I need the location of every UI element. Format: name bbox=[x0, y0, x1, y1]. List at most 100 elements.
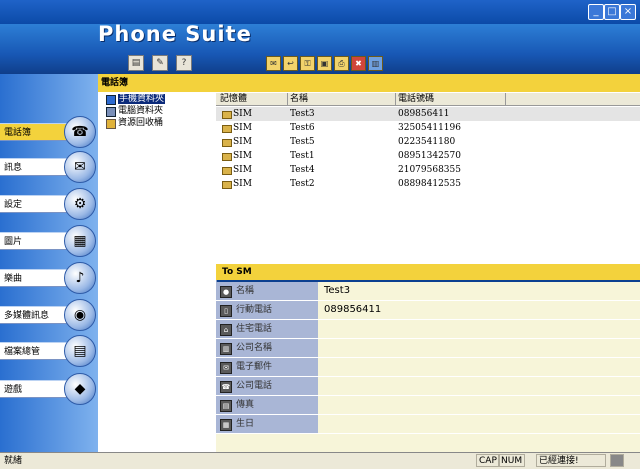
picture-icon[interactable]: ▦ bbox=[64, 225, 96, 257]
cell-memory: SIM bbox=[233, 109, 252, 119]
cell-phone: 08951342570 bbox=[398, 151, 461, 161]
file-manager-icon[interactable]: ▤ bbox=[64, 335, 96, 367]
calendar-icon: ▦ bbox=[220, 419, 232, 431]
nav-label: 遊戲 bbox=[4, 385, 23, 395]
cell-phone: 21079568355 bbox=[398, 165, 461, 175]
status-text: 就緒 bbox=[4, 456, 23, 466]
cell-phone: 32505411196 bbox=[398, 123, 461, 133]
column-header-name[interactable]: 名稱 bbox=[288, 93, 396, 105]
home-icon: ⌂ bbox=[220, 324, 232, 336]
label-text: 住宅電話 bbox=[236, 324, 273, 334]
nav-label: 檔案總管 bbox=[4, 347, 41, 357]
action-toolbar: ✉ ↩ ⚿ ▣ ⎙ ✖ ▥ bbox=[266, 56, 383, 72]
brand-title: Phone Suite bbox=[98, 22, 252, 46]
cell-name: Test6 bbox=[290, 123, 315, 133]
detail-row-mobile[interactable]: ▯ 行動電話 089856411 bbox=[216, 301, 640, 320]
table-row[interactable]: SIM Test1 08951342570 bbox=[216, 149, 640, 163]
recycle-bin-icon bbox=[106, 119, 116, 129]
tree-item-phone-folder[interactable]: 手機資料夾 bbox=[106, 94, 166, 105]
sim-icon bbox=[222, 153, 232, 161]
fax-icon: ▤ bbox=[220, 400, 232, 412]
detail-row-birthday[interactable]: ▦ 生日 bbox=[216, 415, 640, 434]
label-text: 電子郵件 bbox=[236, 362, 273, 372]
label-text: 行動電話 bbox=[236, 305, 273, 315]
tree-item-recycle-bin[interactable]: 資源回收桶 bbox=[106, 118, 165, 129]
computer-icon bbox=[106, 107, 116, 117]
detail-label: ✉ 電子郵件 bbox=[216, 358, 318, 376]
column-header-memory[interactable]: 記憶體 bbox=[218, 93, 288, 105]
music-icon[interactable]: ♪ bbox=[64, 262, 96, 294]
detail-row-fax[interactable]: ▤ 傳真 bbox=[216, 396, 640, 415]
nav-label: 訊息 bbox=[4, 163, 23, 173]
nav-label: 多媒體訊息 bbox=[4, 311, 50, 321]
settings-icon[interactable]: ⚙ bbox=[64, 188, 96, 220]
list-header: 記憶體 名稱 電話號碼 bbox=[216, 93, 640, 106]
detail-row-home-phone[interactable]: ⌂ 住宅電話 bbox=[216, 320, 640, 339]
nav-label: 圖片 bbox=[4, 237, 23, 247]
main-toolbar: ▤ ✎ ? bbox=[128, 55, 192, 71]
tree-label: 電腦資料夾 bbox=[118, 106, 164, 116]
sim-icon bbox=[222, 181, 232, 189]
help-icon[interactable]: ? bbox=[176, 55, 192, 71]
sim-icon bbox=[222, 139, 232, 147]
send-message-icon[interactable]: ✉ bbox=[266, 56, 281, 71]
detail-row-email[interactable]: ✉ 電子郵件 bbox=[216, 358, 640, 377]
folder-tree-panel bbox=[98, 74, 217, 452]
cell-phone: 089856411 bbox=[398, 109, 450, 119]
detail-row-office-phone[interactable]: ☎ 公司電話 bbox=[216, 377, 640, 396]
email-icon: ✉ bbox=[220, 362, 232, 374]
detail-row-company[interactable]: ▥ 公司名稱 bbox=[216, 339, 640, 358]
detail-label: ☎ 公司電話 bbox=[216, 377, 318, 395]
detail-value[interactable]: Test3 bbox=[324, 282, 350, 300]
copy-icon[interactable]: ▣ bbox=[317, 56, 332, 71]
nav-label: 樂曲 bbox=[4, 274, 23, 284]
close-button[interactable]: × bbox=[620, 4, 636, 20]
label-text: 名稱 bbox=[236, 286, 255, 296]
sim-icon bbox=[222, 125, 232, 133]
table-row[interactable]: SIM Test5 0223541180 bbox=[216, 135, 640, 149]
mms-icon[interactable]: ◉ bbox=[64, 299, 96, 331]
table-row[interactable]: SIM Test2 08898412535 bbox=[216, 177, 640, 191]
game-icon[interactable]: ◆ bbox=[64, 373, 96, 405]
table-row[interactable]: SIM Test4 21079568355 bbox=[216, 163, 640, 177]
label-text: 傳真 bbox=[236, 400, 255, 410]
tree-item-pc-folder[interactable]: 電腦資料夾 bbox=[106, 106, 165, 117]
num-indicator: NUM bbox=[498, 454, 526, 467]
print-icon[interactable]: ⎙ bbox=[334, 56, 349, 71]
tree-label: 資源回收桶 bbox=[118, 118, 164, 128]
nav-label: 電話簿 bbox=[4, 128, 32, 138]
cell-name: Test2 bbox=[290, 179, 315, 189]
nav-label: 設定 bbox=[4, 200, 23, 210]
title-bar[interactable]: _ □ × bbox=[0, 0, 640, 24]
maximize-button[interactable]: □ bbox=[604, 4, 620, 20]
label-text: 公司名稱 bbox=[236, 343, 273, 353]
message-icon[interactable]: ✉ bbox=[64, 151, 96, 183]
building-icon: ▥ bbox=[220, 343, 232, 355]
cell-phone: 08898412535 bbox=[398, 179, 461, 189]
properties-icon[interactable]: ▥ bbox=[368, 56, 383, 71]
detail-label: ▯ 行動電話 bbox=[216, 301, 318, 319]
connection-status: 已經連接! bbox=[536, 454, 606, 467]
reply-icon[interactable]: ↩ bbox=[283, 56, 298, 71]
detail-value[interactable]: 089856411 bbox=[324, 301, 381, 319]
minimize-button[interactable]: _ bbox=[588, 4, 604, 20]
edit-icon[interactable]: ✎ bbox=[152, 55, 168, 71]
key-icon[interactable]: ⚿ bbox=[300, 56, 315, 71]
table-row[interactable]: SIM Test3 089856411 bbox=[216, 107, 640, 121]
sim-icon bbox=[222, 111, 232, 119]
column-header-phone[interactable]: 電話號碼 bbox=[396, 93, 506, 105]
delete-icon[interactable]: ✖ bbox=[351, 56, 366, 71]
cap-indicator: CAP bbox=[476, 454, 500, 467]
detail-row-name[interactable]: ● 名稱 Test3 bbox=[216, 282, 640, 301]
phone-icon[interactable]: ☎ bbox=[64, 116, 96, 148]
detail-label: ▥ 公司名稱 bbox=[216, 339, 318, 357]
detail-label: ⌂ 住宅電話 bbox=[216, 320, 318, 338]
new-icon[interactable]: ▤ bbox=[128, 55, 144, 71]
panel-title: 電話簿 bbox=[98, 74, 640, 92]
cell-memory: SIM bbox=[233, 123, 252, 133]
office-phone-icon: ☎ bbox=[220, 381, 232, 393]
connection-icon bbox=[610, 454, 624, 467]
cell-memory: SIM bbox=[233, 165, 252, 175]
label-text: 生日 bbox=[236, 419, 255, 429]
table-row[interactable]: SIM Test6 32505411196 bbox=[216, 121, 640, 135]
